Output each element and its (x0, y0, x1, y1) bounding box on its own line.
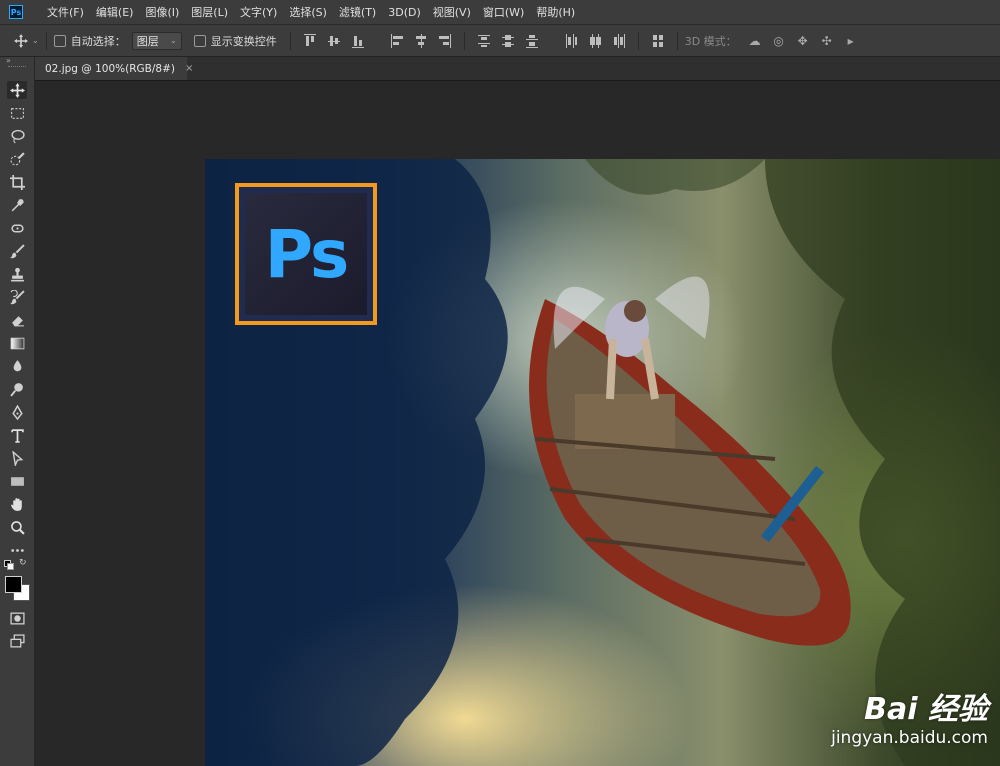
watermark-url: jingyan.baidu.com (831, 728, 988, 748)
divider (45, 31, 47, 50)
document-tab-bar: 02.jpg @ 100%(RGB/8#) × (35, 57, 1000, 81)
pen-tool-icon[interactable] (7, 403, 27, 421)
watermark-brand: Bai 经验 (864, 692, 988, 727)
document-tab[interactable]: 02.jpg @ 100%(RGB/8#) × (35, 57, 193, 80)
divider (676, 31, 678, 50)
clone-stamp-tool-icon[interactable] (7, 265, 27, 283)
marquee-tool-icon[interactable] (7, 104, 27, 122)
auto-select-target-dropdown[interactable]: 图层 ⌄ (131, 31, 182, 50)
menu-layer[interactable]: 图层(L) (185, 4, 234, 20)
align-horizontal-centers-icon[interactable] (415, 33, 427, 48)
divider (637, 31, 639, 50)
menu-view[interactable]: 视图(V) (427, 4, 477, 20)
distribute-vertical-centers-icon[interactable] (501, 34, 514, 48)
distribute-bottom-edges-icon[interactable] (525, 34, 538, 48)
menu-type[interactable]: 文字(Y) (234, 4, 283, 20)
menu-file[interactable]: 文件(F) (41, 4, 90, 20)
path-selection-tool-icon[interactable] (7, 449, 27, 467)
rectangle-tool-icon[interactable] (7, 472, 27, 490)
align-top-edges-icon[interactable] (303, 33, 316, 48)
foreground-color-swatch[interactable] (5, 576, 22, 593)
distribute-horizontal-centers-icon[interactable] (589, 33, 601, 48)
align-vertical-centers-icon[interactable] (327, 34, 340, 48)
menu-edit[interactable]: 编辑(E) (90, 4, 140, 20)
eyedropper-tool-icon[interactable] (7, 196, 27, 214)
distribute-right-edges-icon[interactable] (613, 33, 625, 48)
orbit-3d-camera-icon[interactable]: ☁ (748, 34, 762, 48)
history-brush-tool-icon[interactable] (7, 288, 27, 306)
menu-window[interactable]: 窗口(W) (477, 4, 530, 20)
photoshop-logo-text: Ps (245, 193, 367, 315)
photoshop-app-icon[interactable]: Ps (9, 5, 23, 19)
menu-select[interactable]: 选择(S) (283, 4, 333, 20)
gradient-tool-icon[interactable] (7, 334, 27, 352)
quick-select-tool-icon[interactable] (7, 150, 27, 168)
document-canvas-image[interactable]: Ps Bai 经验 jingyan.baidu.com (205, 159, 1000, 766)
photoshop-logo: Ps (235, 183, 377, 325)
menu-bar: Ps 文件(F) 编辑(E) 图像(I) 图层(L) 文字(Y) 选择(S) 滤… (0, 0, 1000, 25)
slide-3d-camera-icon[interactable]: ✣ (820, 34, 834, 48)
menu-image[interactable]: 图像(I) (139, 4, 185, 20)
hand-tool-icon[interactable] (7, 495, 27, 513)
tools-panel: » ↻ (0, 56, 35, 766)
baidu-jingyan-watermark: Bai 经验 jingyan.baidu.com (831, 684, 988, 748)
distribute-top-edges-icon[interactable] (477, 34, 490, 48)
close-icon[interactable]: × (185, 63, 193, 74)
auto-select-target-value: 图层 (136, 34, 159, 48)
menu-filter[interactable]: 滤镜(T) (333, 4, 382, 20)
auto-select-checkbox[interactable] (53, 34, 66, 47)
distribute-left-edges-icon[interactable] (565, 33, 577, 48)
roll-3d-camera-icon[interactable]: ◎ (772, 34, 786, 48)
show-transform-controls-checkbox[interactable] (193, 34, 206, 47)
type-tool-icon[interactable] (7, 426, 27, 444)
more-tools-icon[interactable] (7, 541, 27, 559)
divider (289, 31, 291, 50)
canvas-workspace[interactable]: Ps Bai 经验 jingyan.baidu.com (35, 81, 1000, 766)
drag-3d-camera-icon[interactable]: ✥ (796, 34, 810, 48)
auto-select-label: 自动选择： (70, 34, 126, 48)
panel-grip[interactable] (8, 66, 26, 69)
show-transform-controls-label: 显示变换控件 (210, 34, 277, 48)
zoom-3d-camera-icon[interactable]: ▸ (844, 34, 858, 48)
eraser-tool-icon[interactable] (7, 311, 27, 329)
move-tool-icon[interactable] (7, 81, 27, 99)
default-colors-icon[interactable] (4, 560, 14, 570)
lasso-tool-icon[interactable] (7, 127, 27, 145)
document-tab-title: 02.jpg @ 100%(RGB/8#) (45, 62, 175, 75)
options-bar: ⌄ 自动选择： 图层 ⌄ 显示变换控件 3D 模式： ☁ ◎ ✥ ✣ ▸ (0, 25, 1000, 57)
blur-tool-icon[interactable] (7, 357, 27, 375)
crop-tool-icon[interactable] (7, 173, 27, 191)
divider (463, 31, 465, 50)
align-left-edges-icon[interactable] (390, 33, 403, 48)
healing-brush-tool-icon[interactable] (7, 219, 27, 237)
3d-mode-label: 3D 模式： (684, 34, 737, 48)
zoom-tool-icon[interactable] (7, 518, 27, 536)
quick-mask-icon[interactable] (7, 609, 27, 627)
move-tool-preset-icon[interactable]: ⌄ (14, 33, 39, 48)
menu-help[interactable]: 帮助(H) (530, 4, 581, 20)
auto-align-layers-icon[interactable] (652, 34, 664, 48)
align-right-edges-icon[interactable] (438, 33, 451, 48)
chevron-down-icon: ⌄ (32, 36, 39, 45)
chevron-down-icon: ⌄ (170, 36, 177, 45)
menu-3d[interactable]: 3D(D) (382, 6, 427, 19)
align-bottom-edges-icon[interactable] (351, 34, 364, 48)
collapse-panel-icon[interactable]: » (6, 56, 11, 65)
swap-colors-icon[interactable]: ↻ (19, 558, 27, 568)
dodge-tool-icon[interactable] (7, 380, 27, 398)
brush-tool-icon[interactable] (7, 242, 27, 260)
screen-mode-icon[interactable] (7, 632, 27, 650)
